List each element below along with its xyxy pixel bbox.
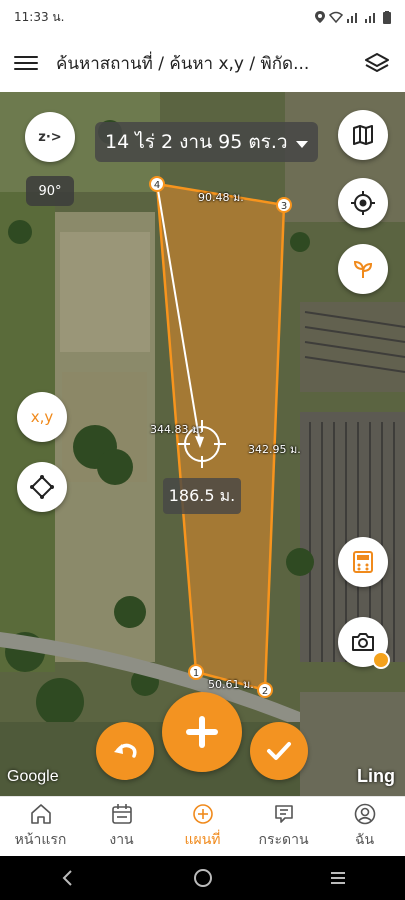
angle-label: 90°: [26, 176, 74, 206]
svg-text:4: 4: [154, 180, 160, 191]
check-icon: [267, 742, 291, 760]
map-view[interactable]: 1 2 3 4 14 ไร่ 2 งาน 95 ตร.ว z·> 90° x,y: [0, 92, 405, 796]
area-dropdown[interactable]: 14 ไร่ 2 งาน 95 ตร.ว: [95, 122, 318, 162]
locate-button[interactable]: [338, 178, 388, 228]
ling-logo: Ling: [357, 766, 395, 786]
google-logo: Google: [7, 768, 59, 785]
undo-button[interactable]: [96, 722, 154, 780]
camera-icon: [352, 633, 374, 651]
layers-icon[interactable]: [363, 49, 391, 77]
distance-diagonal: 344.83 ม.: [150, 423, 203, 436]
nav-map[interactable]: แผนที่: [162, 797, 243, 856]
battery-icon: [383, 10, 391, 24]
nav-home-label: หน้าแรก: [14, 832, 67, 848]
target-icon: [351, 191, 375, 215]
nav-profile-label: ฉัน: [354, 832, 375, 848]
home-icon: [30, 804, 51, 824]
nav-map-label: แผนที่: [184, 832, 221, 848]
zoom-button[interactable]: z·>: [25, 112, 75, 162]
system-nav-bar: [0, 856, 405, 900]
search-title[interactable]: ค้นหาสถานที่ / ค้นหา x,y / พิกัด...: [56, 50, 363, 77]
signal-icon-2: [365, 13, 375, 23]
premium-crown-icon: [372, 651, 390, 669]
xy-button[interactable]: x,y: [17, 392, 67, 442]
add-point-button[interactable]: [162, 692, 242, 772]
camera-button[interactable]: [338, 617, 390, 669]
bottom-nav: หน้าแรก งาน แผนที่ กระดาน ฉัน: [0, 796, 405, 856]
nav-tasks-label: งาน: [109, 832, 134, 848]
nav-profile[interactable]: ฉัน: [324, 797, 405, 856]
nav-board[interactable]: กระดาน: [243, 797, 324, 856]
app-header: ค้นหาสถานที่ / ค้นหา x,y / พิกัด...: [0, 34, 405, 92]
home-circle-icon[interactable]: [193, 868, 213, 888]
area-text: 14 ไร่ 2 งาน 95 ตร.ว: [105, 131, 288, 153]
svg-text:2: 2: [262, 686, 268, 697]
chevron-down-icon: [295, 140, 308, 148]
zoom-label: z·>: [38, 129, 62, 145]
undo-icon: [114, 743, 137, 758]
svg-text:3: 3: [281, 201, 287, 212]
add-circle-icon: [192, 804, 213, 824]
status-time: 11:33 น.: [14, 9, 65, 24]
measurement-label: 186.5 ม.: [163, 478, 241, 514]
map-type-button[interactable]: [338, 110, 388, 160]
plus-icon: [186, 716, 218, 748]
diamond-icon: [30, 475, 54, 499]
location-icon: [315, 11, 325, 23]
calculator-icon: [353, 551, 373, 573]
status-bar: 11:33 น.: [0, 0, 405, 34]
sprout-icon: [353, 260, 373, 278]
shape-button[interactable]: [17, 462, 67, 512]
svg-text:1: 1: [193, 668, 199, 679]
profile-icon: [354, 803, 375, 825]
nav-board-label: กระดาน: [258, 832, 309, 848]
plant-button[interactable]: [338, 244, 388, 294]
signal-icon: [347, 13, 357, 23]
distance-right: 342.95 ม.: [248, 443, 301, 456]
menu-icon[interactable]: [14, 51, 38, 75]
nav-home[interactable]: หน้าแรก: [0, 797, 81, 856]
back-icon[interactable]: [58, 868, 78, 888]
confirm-button[interactable]: [250, 722, 308, 780]
distance-bottom: 50.61 ม.: [208, 678, 254, 691]
map-icon: [353, 125, 373, 145]
status-icons: [315, 10, 391, 24]
calculator-button[interactable]: [338, 537, 388, 587]
wifi-icon: [329, 11, 343, 23]
xy-label: x,y: [30, 408, 54, 426]
calendar-icon: [111, 804, 132, 824]
nav-tasks[interactable]: งาน: [81, 797, 162, 856]
recents-icon[interactable]: [328, 868, 348, 888]
distance-top: 90.48 ม.: [198, 191, 244, 204]
board-icon: [274, 805, 293, 823]
